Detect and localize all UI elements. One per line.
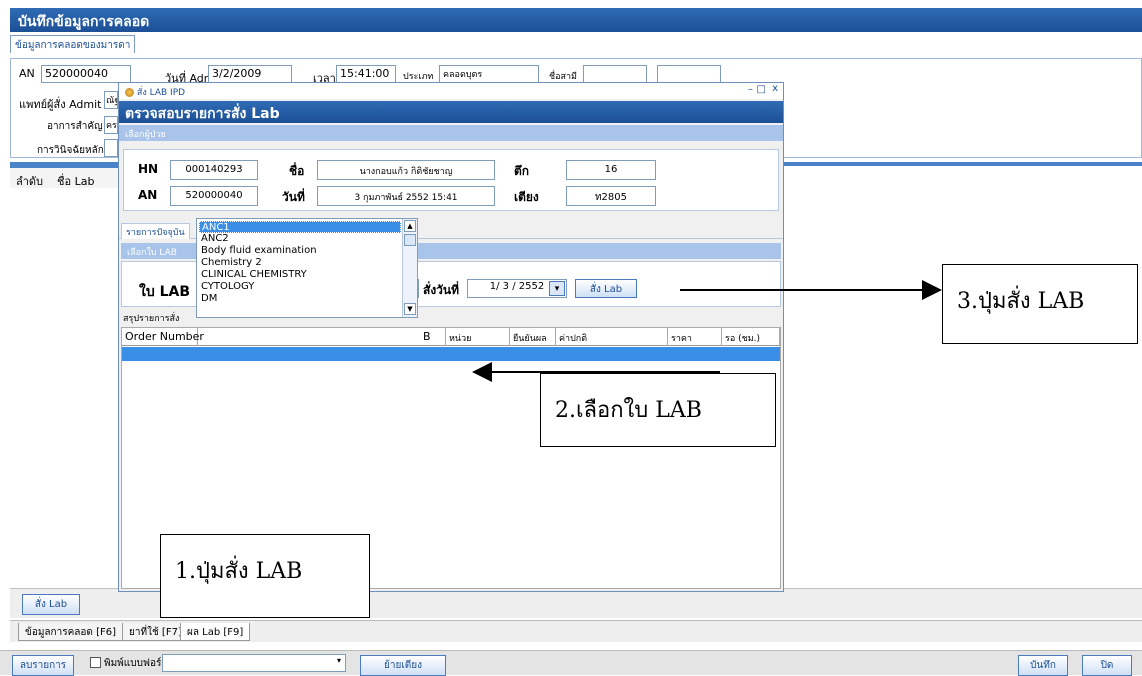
annotation-arrows bbox=[472, 280, 942, 382]
